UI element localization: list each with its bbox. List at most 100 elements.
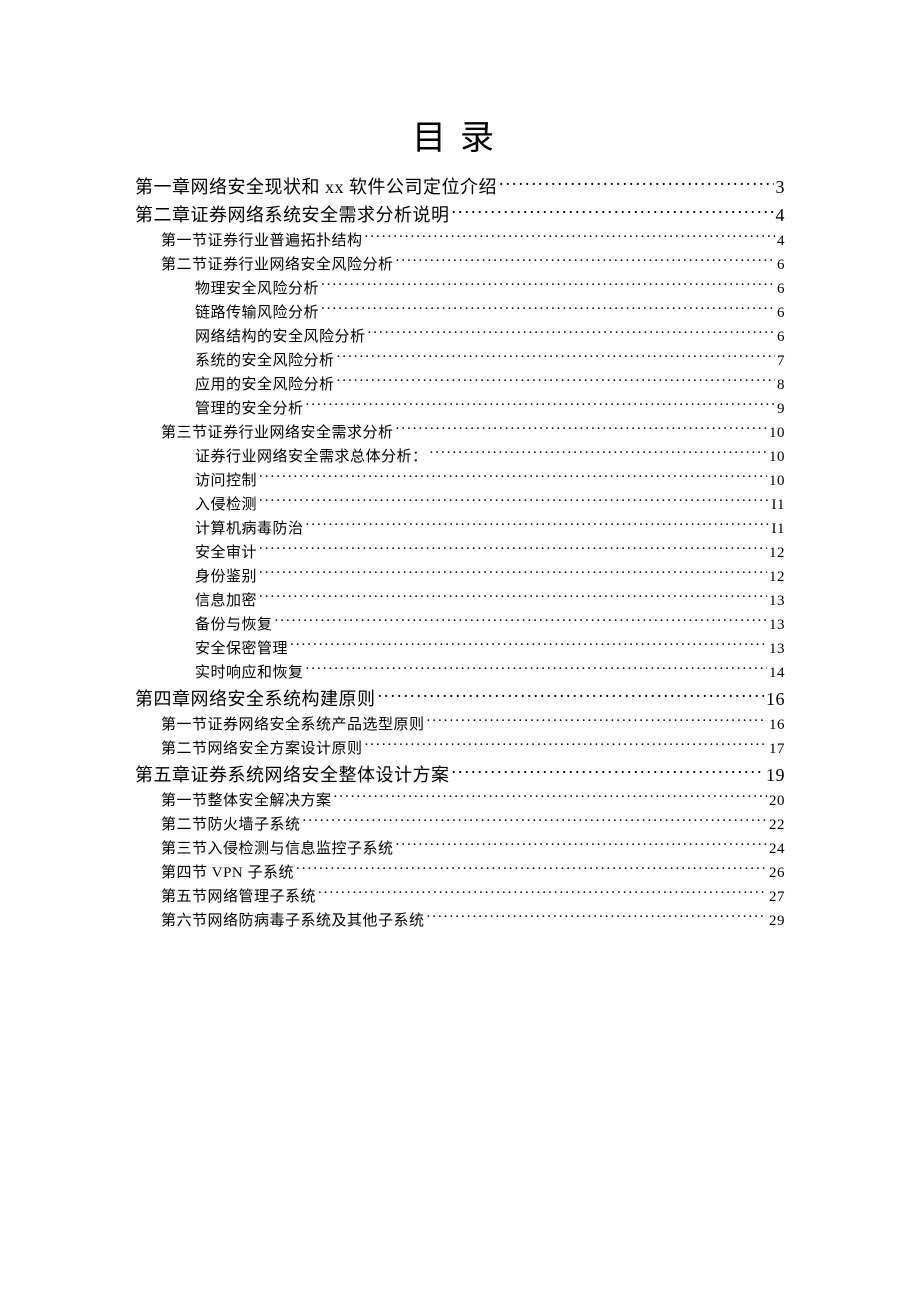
toc-entry-page: 22 <box>769 813 785 837</box>
toc-entry-page: 12 <box>769 541 785 565</box>
toc-entry: 实时响应和恢复 14 <box>195 661 785 685</box>
toc-leader-dots <box>259 566 767 581</box>
toc-entry-text: 第三节证券行业网络安全需求分析 <box>161 421 394 445</box>
toc-entry-text: 第一节证券行业普遍拓扑结构 <box>161 229 363 253</box>
toc-entry-page: I1 <box>772 517 786 541</box>
toc-entry-text: 安全保密管理 <box>195 637 288 661</box>
toc-leader-dots <box>430 446 767 461</box>
toc-entry: 身份鉴别 12 <box>195 565 785 589</box>
toc-leader-dots <box>396 422 767 437</box>
toc-entry: 管理的安全分析9 <box>195 397 785 421</box>
toc-entry-page: 29 <box>769 909 785 933</box>
toc-leader-dots <box>368 326 775 341</box>
toc-entry-text: 第二节证券行业网络安全风险分析 <box>161 253 394 277</box>
toc-entry: 第一节证券网络安全系统产品选型原则16 <box>161 713 785 737</box>
toc-leader-dots <box>337 350 775 365</box>
toc-leader-dots <box>259 542 767 557</box>
toc-entry-text: 计算机病毒防治 <box>195 517 304 541</box>
toc-leader-dots <box>306 518 770 533</box>
toc-leader-dots <box>334 790 767 805</box>
toc-entry-page: 3 <box>776 173 786 201</box>
toc-leader-dots <box>337 374 775 389</box>
toc-entry-page: 8 <box>777 373 785 397</box>
document-page: 目录 第一章网络安全现状和 xx 软件公司定位介绍 3 第二章证券网络系统安全需求分… <box>0 0 920 1301</box>
toc-leader-dots <box>303 814 767 829</box>
toc-entry-page: 4 <box>776 201 786 229</box>
toc-entry-page: 4 <box>777 229 785 253</box>
toc-entry-text: 访问控制 <box>195 469 257 493</box>
toc-entry-text: 入侵检测 <box>195 493 257 517</box>
toc-entry-page: 13 <box>769 613 785 637</box>
toc-entry-text: 第五章证券系统网络安全整体设计方案 <box>135 761 450 789</box>
toc-entry: 第四节 VPN 子系统 26 <box>161 861 785 885</box>
toc-leader-dots <box>427 910 767 925</box>
toc-leader-dots <box>296 862 767 877</box>
toc-entry-text: 安全审计 <box>195 541 257 565</box>
toc-entry: 信息加密13 <box>195 589 785 613</box>
toc-entry-page: 10 <box>769 469 785 493</box>
toc-entry-text: 第一节整体安全解决方案 <box>161 789 332 813</box>
toc-entry-page: 24 <box>769 837 785 861</box>
toc-entry-page: 17 <box>769 737 785 761</box>
toc-entry-page: 6 <box>777 325 785 349</box>
toc-leader-dots <box>396 838 767 853</box>
toc-leader-dots <box>259 470 767 485</box>
toc-entry-text: 第四章网络安全系统构建原则 <box>135 685 376 713</box>
toc-entry-text: 备份与恢复 <box>195 613 273 637</box>
toc-entry-page: 16 <box>769 713 785 737</box>
toc-entry-page: 26 <box>769 861 785 885</box>
toc-entry-page: 16 <box>766 685 785 713</box>
toc-entry-text: 管理的安全分析 <box>195 397 304 421</box>
toc-entry-page: 7 <box>777 349 785 373</box>
toc-entry-text: 第二章证券网络系统安全需求分析说明 <box>135 201 450 229</box>
toc-leader-dots <box>452 763 765 781</box>
toc-entry: 入侵检测 I1 <box>195 493 785 517</box>
toc-entry-text: 身份鉴别 <box>195 565 257 589</box>
toc-leader-dots <box>306 398 775 413</box>
toc-entry-page: 6 <box>777 253 785 277</box>
toc-entry: 第五章证券系统网络安全整体设计方案19 <box>135 761 785 789</box>
toc-leader-dots <box>259 494 769 509</box>
toc-title: 目录 <box>135 110 785 159</box>
toc-entry: 证券行业网络安全需求总体分析： 10 <box>195 445 785 469</box>
toc-leader-dots <box>427 714 767 729</box>
toc-entry-text: 应用的安全风险分析 <box>195 373 335 397</box>
toc-entry: 计算机病毒防治 I1 <box>195 517 785 541</box>
toc-entry: 系统的安全风险分析7 <box>195 349 785 373</box>
toc-entry: 第一节证券行业普遍拓扑结构 4 <box>161 229 785 253</box>
toc-leader-dots <box>318 886 767 901</box>
toc-entry-text: 第四节 VPN 子系统 <box>161 861 294 885</box>
toc-entry-text: 物理安全风险分析 <box>195 277 319 301</box>
toc-entry-page: 6 <box>777 277 785 301</box>
toc-entry-page: I1 <box>772 493 786 517</box>
toc-entry: 第三节入侵检测与信息监控子系统 24 <box>161 837 785 861</box>
toc-leader-dots <box>306 662 767 677</box>
toc-entry-page: 10 <box>769 445 785 469</box>
toc-leader-dots <box>499 175 774 193</box>
toc-entry-page: 13 <box>769 637 785 661</box>
toc-entry: 物理安全风险分析 6 <box>195 277 785 301</box>
toc-leader-dots <box>378 687 765 705</box>
toc-entry: 第四章网络安全系统构建原则 16 <box>135 685 785 713</box>
toc-entry: 安全审计 12 <box>195 541 785 565</box>
toc-entry-text: 第五节网络管理子系统 <box>161 885 316 909</box>
toc-leader-dots <box>452 203 774 221</box>
toc-entry-page: 13 <box>769 589 785 613</box>
toc-entry: 第六节网络防病毒子系统及其他子系统29 <box>161 909 785 933</box>
toc-entry-text: 第三节入侵检测与信息监控子系统 <box>161 837 394 861</box>
toc-entry: 第五节网络管理子系统27 <box>161 885 785 909</box>
toc-entry: 网络结构的安全风险分析6 <box>195 325 785 349</box>
toc-entry-text: 第一章网络安全现状和 xx 软件公司定位介绍 <box>135 173 497 201</box>
toc-entry-text: 实时响应和恢复 <box>195 661 304 685</box>
toc-entry-text: 第二节防火墙子系统 <box>161 813 301 837</box>
toc-entry-text: 证券行业网络安全需求总体分析： <box>195 445 428 469</box>
toc-entry: 第二节防火墙子系统 22 <box>161 813 785 837</box>
toc-entry: 应用的安全风险分析 8 <box>195 373 785 397</box>
toc-entry-page: 12 <box>769 565 785 589</box>
toc-entry-text: 链路传输风险分析 <box>195 301 319 325</box>
toc-entry-page: 20 <box>769 789 785 813</box>
table-of-contents: 第一章网络安全现状和 xx 软件公司定位介绍 3 第二章证券网络系统安全需求分析说明… <box>135 173 785 933</box>
toc-entry: 链路传输风险分析6 <box>195 301 785 325</box>
toc-entry: 备份与恢复 13 <box>195 613 785 637</box>
toc-entry-page: 14 <box>769 661 785 685</box>
